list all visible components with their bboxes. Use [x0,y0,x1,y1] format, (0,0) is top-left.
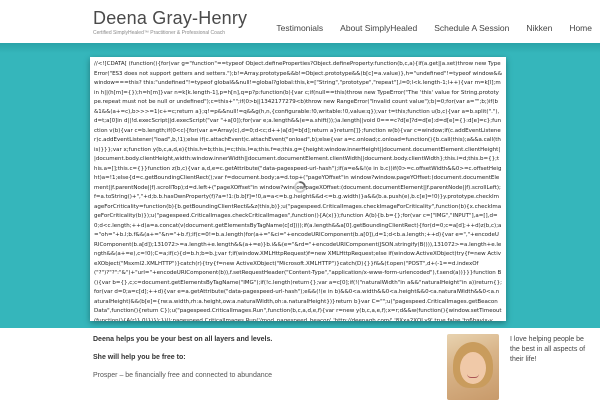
intro-line-1: Deena helps you be your best on all laye… [93,336,273,343]
nav-item-nikken[interactable]: Nikken [526,23,552,33]
brand: Deena Gray-Henry Certified SimplyHealed™… [93,8,247,36]
intro-line-3: Prosper – be financially free and connec… [93,372,273,379]
profile-photo [447,334,499,400]
content-section: Deena helps you be your best on all laye… [0,328,600,400]
loading-spinner-icon [293,180,307,194]
main-nav: Testimonials About SimplyHealed Schedule… [276,23,592,33]
intro-text: Deena helps you be your best on all laye… [93,335,423,389]
intro-line-2: She will help you be free to: [93,354,186,361]
photo-face [460,352,486,384]
nav-item-home[interactable]: Home [569,23,592,33]
site-title[interactable]: Deena Gray-Henry [93,8,247,28]
nav-item-about-simplyhealed[interactable]: About SimplyHealed [340,23,417,33]
nav-item-schedule-session[interactable]: Schedule A Session [434,23,509,33]
site-tagline: Certified SimplyHealed™ Practitioner & P… [93,30,226,36]
nav-item-testimonials[interactable]: Testimonials [276,23,323,33]
sidebar-text: I love helping people be the best in all… [510,336,586,363]
site-header: Deena Gray-Henry Certified SimplyHealed™… [0,0,600,43]
